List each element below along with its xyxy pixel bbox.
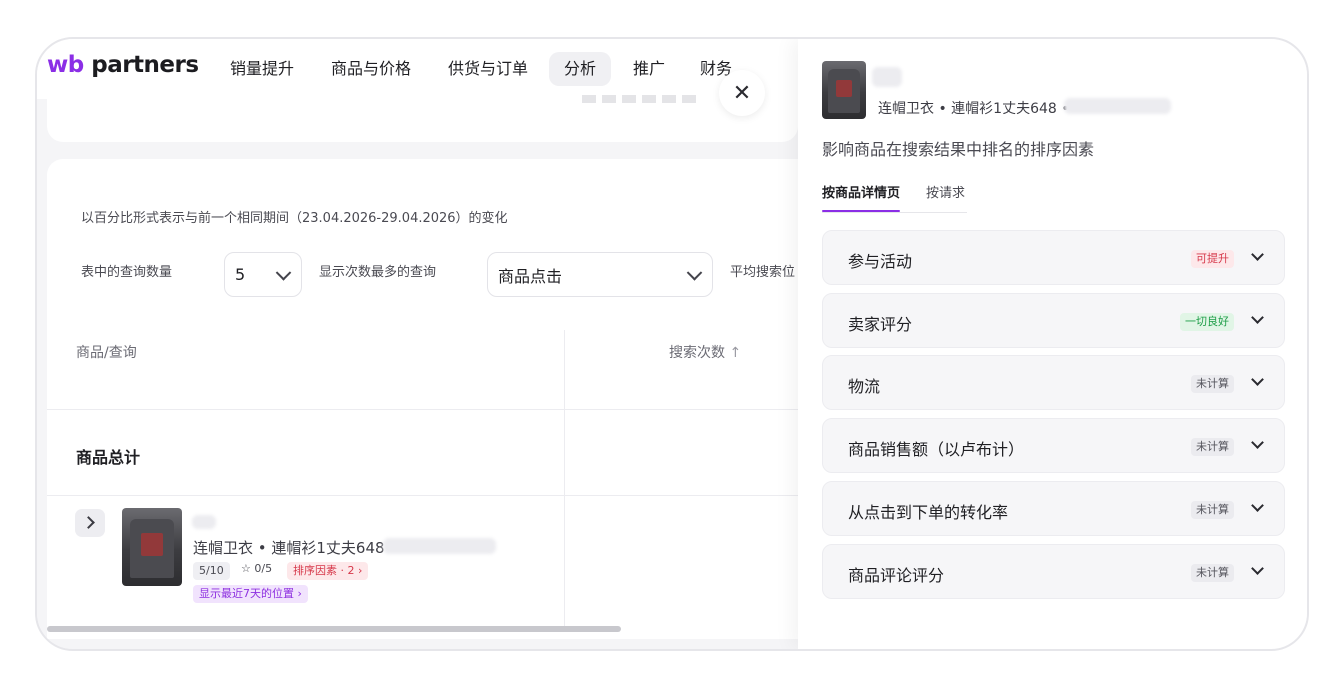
factor-promotions[interactable]: 参与活动 可提升 [822,230,1285,285]
status-badge: 未计算 [1191,564,1234,582]
total-row: 商品总计 [47,410,798,496]
nav-analytics[interactable]: 分析 [549,52,612,86]
product-thumbnail[interactable] [122,508,182,586]
nav-supply-orders[interactable]: 供货与订单 [433,52,543,86]
query-count-label: 表中的查询数量 [81,265,173,280]
blurred-brand [872,67,902,87]
ranking-factors-panel: 连帽卫衣 • 連帽衫1丈夫648 • 影响商品在搜索结果中排名的排序因素 按商品… [798,39,1307,649]
factor-logistics[interactable]: 物流 未计算 [822,355,1285,410]
chevron-down-icon [1251,562,1264,575]
status-badge: 未计算 [1191,375,1234,393]
chevron-down-icon [686,264,703,281]
nav-promotion[interactable]: 推广 [618,52,680,86]
chevron-right-icon: › [358,564,363,577]
chevron-down-icon [1251,248,1264,261]
chevron-right-icon: › [297,587,302,600]
arrow-up-icon: ↑ [729,345,742,361]
top-queries-label: 显示次数最多的查询 [319,265,437,280]
factor-seller-rating[interactable]: 卖家评分 一切良好 [822,293,1285,348]
faded-text [582,95,702,103]
chevron-down-icon [1251,373,1264,386]
expand-row-button[interactable] [75,509,105,537]
wb-partners-logo[interactable]: wb partners [47,52,199,78]
factor-click-to-order-conversion[interactable]: 从点击到下单的转化率 未计算 [822,481,1285,536]
ranking-factors-chip[interactable]: 排序因素 · 2 › [287,562,369,580]
status-badge: 一切良好 [1180,313,1234,331]
avg-position-label: 平均搜索位 [730,265,796,280]
nav-products-prices[interactable]: 商品与价格 [316,52,426,86]
blurred-brand [192,515,216,529]
column-search-count[interactable]: 搜索次数 ↑ [669,342,741,362]
comparison-note: 以百分比形式表示与前一个相同期间（23.04.2026-29.04.2026）的… [81,211,508,226]
stars-chip: ☆ 0/5 [241,562,273,575]
chevron-down-icon [275,264,292,281]
status-badge: 未计算 [1191,501,1234,519]
panel-product-name: 连帽卫衣 • 連帽衫1丈夫648 • [878,101,1070,117]
chevron-down-icon [1251,499,1264,512]
close-icon: ✕ [732,80,752,106]
chevron-down-icon [1251,436,1264,449]
show-positions-chip[interactable]: 显示最近7天的位置 › [193,585,308,603]
top-queries-select[interactable]: 商品点击 [487,252,713,297]
app-frame: wb partners 销量提升 商品与价格 供货与订单 分析 推广 财务 以百… [35,37,1309,651]
product-name[interactable]: 连帽卫衣 • 連帽衫1丈夫648 • [193,537,398,558]
status-badge: 未计算 [1191,438,1234,456]
factor-review-rating[interactable]: 商品评论评分 未计算 [822,544,1285,599]
total-label: 商品总计 [76,448,141,467]
close-panel-button[interactable]: ✕ [719,70,765,116]
query-count-select[interactable]: 5 [224,252,302,297]
chevron-down-icon [1251,311,1264,324]
factor-sales-revenue[interactable]: 商品销售额（以卢布计） 未计算 [822,418,1285,473]
main-area: wb partners 销量提升 商品与价格 供货与订单 分析 推广 财务 以百… [37,39,798,649]
tab-by-product-card[interactable]: 按商品详情页 [822,184,901,214]
horizontal-scrollbar[interactable] [47,626,621,632]
rating-chip: 5/10 [193,562,230,580]
column-product-query: 商品/查询 [76,345,137,361]
search-queries-card: 以百分比形式表示与前一个相同期间（23.04.2026-29.04.2026）的… [47,159,798,639]
blurred-article [1064,98,1171,114]
blurred-article [383,538,496,554]
panel-title: 影响商品在搜索结果中排名的排序因素 [822,140,1095,159]
top-navigation: wb partners 销量提升 商品与价格 供货与订单 分析 推广 财务 [37,39,798,99]
nav-sales-boost[interactable]: 销量提升 [215,52,309,86]
panel-product-thumbnail [822,61,866,119]
tab-by-request[interactable]: 按请求 [926,184,965,214]
table-header: 商品/查询 搜索次数 ↑ [47,330,798,410]
previous-card [47,95,798,142]
status-badge: 可提升 [1191,250,1234,268]
